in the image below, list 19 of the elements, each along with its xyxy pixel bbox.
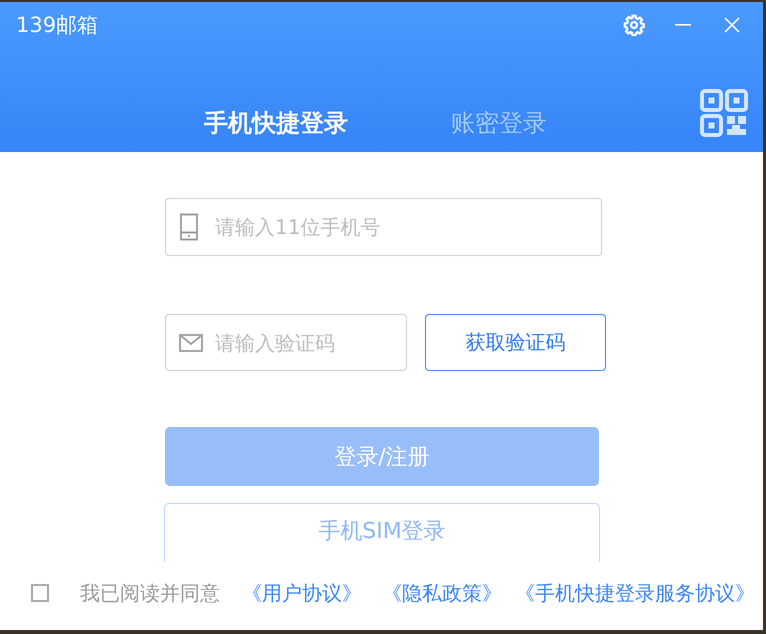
agree-checkbox[interactable] (31, 584, 49, 602)
get-code-button[interactable]: 获取验证码 (425, 314, 606, 371)
qr-login-button[interactable] (700, 89, 748, 137)
agreement-text: 我已阅读并同意 (80, 580, 220, 607)
agreement-link[interactable]: 《隐私政策》 (382, 578, 502, 608)
login-tab[interactable]: 手机快捷登录 (204, 107, 348, 139)
qr-code-icon (700, 89, 748, 137)
code-input-field[interactable]: 请输入验证码 (165, 314, 407, 371)
agreement-link[interactable]: 《手机快捷登录服务协议》 (515, 578, 755, 608)
agreement-link[interactable]: 《用户协议》 (242, 578, 362, 608)
settings-icon (623, 14, 645, 36)
phone-icon (180, 214, 198, 240)
mail-icon (179, 334, 203, 352)
login-tab[interactable]: 账密登录 (451, 107, 547, 139)
settings-button[interactable] (623, 14, 645, 36)
window-title: 139邮箱 (16, 12, 98, 39)
phone-input-field[interactable]: 请输入11位手机号 (165, 198, 602, 256)
minimize-icon (675, 24, 691, 26)
close-icon (724, 17, 740, 33)
